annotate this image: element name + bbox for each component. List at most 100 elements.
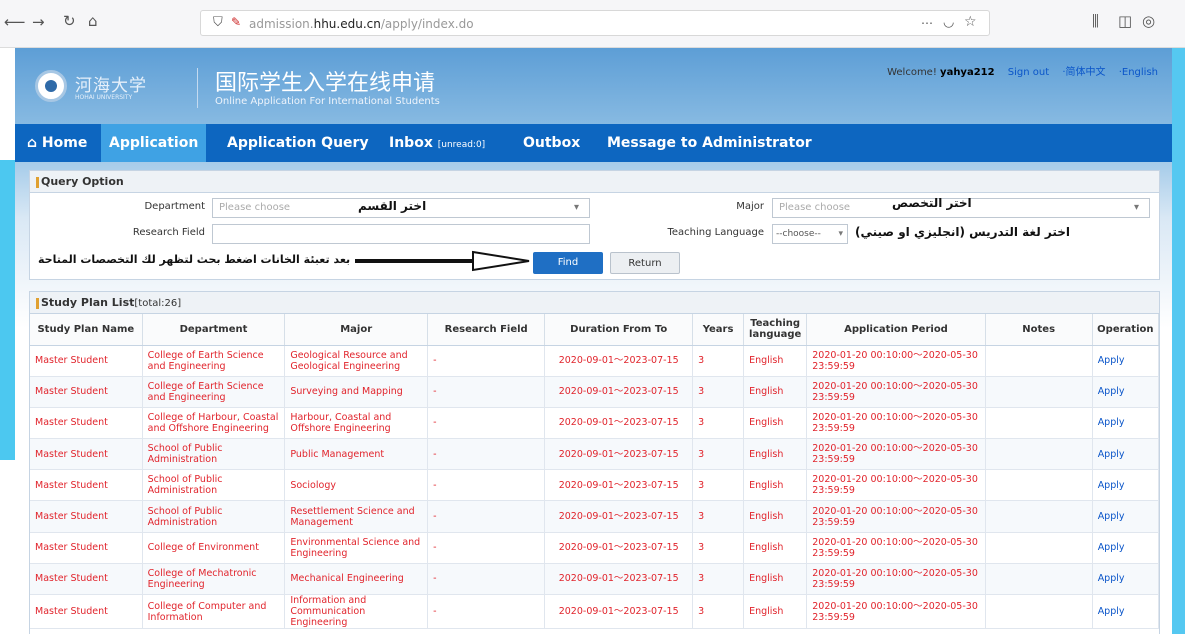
reload-icon[interactable]: ↻: [63, 14, 76, 29]
study-plan-header: Study Plan List[total:26]: [30, 292, 1159, 314]
sign-out-link[interactable]: Sign out: [1008, 67, 1049, 78]
star-icon[interactable]: ☆: [964, 15, 977, 29]
lang-en-link[interactable]: ·English: [1119, 67, 1158, 78]
cell-department: College of Environment: [142, 532, 286, 564]
cell-notes: [985, 345, 1093, 377]
nav-application-query[interactable]: Application Query: [219, 124, 377, 162]
back-icon[interactable]: ⟵: [4, 15, 26, 30]
apply-link[interactable]: Apply: [1092, 500, 1159, 533]
teaching-language-select[interactable]: --choose-- ▾: [772, 224, 848, 244]
cell-teaching-language: English: [743, 376, 808, 408]
cell-teaching-language: English: [743, 532, 808, 564]
cell-major: Resettlement Science and Management: [284, 500, 429, 533]
cell-application-period: 2020-01-20 00:10:00～2020-05-30 23:59:59: [806, 594, 986, 629]
username: yahya212: [940, 67, 995, 78]
cell-notes: [985, 407, 1093, 440]
col-operation: Operation: [1092, 314, 1159, 346]
apply-link[interactable]: Apply: [1092, 438, 1159, 471]
cell-research-field: -: [427, 407, 546, 440]
table-row: Master Student College of Harbour, Coasta…: [30, 407, 1159, 440]
library-icon[interactable]: ⫼: [1092, 14, 1099, 29]
cell-teaching-language: English: [743, 345, 808, 377]
cell-teaching-language: English: [743, 407, 808, 440]
query-option-panel: Query Option Department Please choose ▾ …: [29, 170, 1160, 280]
cell-major: Environmental Science and Engineering: [284, 532, 429, 564]
cell-teaching-language: English: [743, 563, 808, 596]
cell-department: School of Public Administration: [142, 469, 286, 502]
col-notes: Notes: [985, 314, 1093, 346]
apply-link[interactable]: Apply: [1092, 594, 1159, 629]
cell-teaching-language: English: [743, 438, 808, 471]
apply-link[interactable]: Apply: [1092, 563, 1159, 596]
cell-teaching-language: English: [743, 500, 808, 533]
col-major: Major: [284, 314, 429, 346]
inbox-unread-badge: [unread:0]: [437, 140, 486, 150]
header-divider: [197, 68, 198, 108]
table-row: Master Student College of Earth Science a…: [30, 376, 1159, 408]
lang-cn-link[interactable]: ·简体中文: [1062, 67, 1105, 78]
apply-link[interactable]: Apply: [1092, 532, 1159, 564]
address-bar[interactable]: ⛉ ✎ admission.hhu.edu.cn/apply/index.do …: [200, 10, 990, 36]
forward-icon[interactable]: →: [32, 15, 45, 30]
apply-link[interactable]: Apply: [1092, 469, 1159, 502]
cell-major: Information and Communication Engineerin…: [284, 594, 429, 629]
cell-research-field: -: [427, 532, 546, 564]
cell-department: College of Earth Science and Engineering: [142, 376, 286, 408]
sidebar-icon[interactable]: ◫: [1118, 14, 1132, 29]
nav-application[interactable]: Application: [101, 124, 207, 162]
university-logo-text: 河海大学: [75, 76, 147, 96]
cell-duration: 2020-09-01～2023-07-15: [544, 438, 694, 471]
welcome-bar: Welcome! yahya212 Sign out ·简体中文 ·Englis…: [887, 63, 1158, 78]
cell-duration: 2020-09-01～2023-07-15: [544, 500, 694, 533]
cell-study-plan-name: Master Student: [30, 407, 143, 440]
browser-toolbar: ⟵ → ↻ ⌂ ⛉ ✎ admission.hhu.edu.cn/apply/i…: [0, 0, 1185, 48]
table-row: Master Student School of Public Administr…: [30, 469, 1159, 502]
col-research-field: Research Field: [427, 314, 546, 346]
pocket-icon[interactable]: ◡: [943, 16, 954, 29]
more-icon[interactable]: ⋯: [921, 17, 933, 29]
col-department: Department: [142, 314, 286, 346]
cell-teaching-language: English: [743, 469, 808, 502]
cell-department: School of Public Administration: [142, 438, 286, 471]
cell-major: Geological Resource and Geological Engin…: [284, 345, 429, 377]
apply-link[interactable]: Apply: [1092, 376, 1159, 408]
welcome-text: Welcome!: [887, 67, 937, 78]
chevron-down-icon: ▾: [838, 229, 843, 239]
home-icon[interactable]: ⌂: [88, 14, 98, 29]
cell-major: Surveying and Mapping: [284, 376, 429, 408]
cell-study-plan-name: Master Student: [30, 563, 143, 596]
apply-link[interactable]: Apply: [1092, 407, 1159, 440]
cell-notes: [985, 376, 1093, 408]
home-nav-icon: ⌂: [27, 135, 38, 151]
cell-department: School of Public Administration: [142, 500, 286, 533]
return-button[interactable]: Return: [610, 252, 680, 274]
apply-link[interactable]: Apply: [1092, 345, 1159, 377]
nav-home[interactable]: ⌂ Home: [19, 124, 95, 162]
cell-years: 3: [692, 345, 745, 377]
portal-title-en: Online Application For International Stu…: [215, 96, 440, 107]
cell-department: College of Earth Science and Engineering: [142, 345, 286, 377]
cell-duration: 2020-09-01～2023-07-15: [544, 407, 694, 440]
col-years: Years: [692, 314, 745, 346]
cell-study-plan-name: Master Student: [30, 500, 143, 533]
cell-major: Mechanical Engineering: [284, 563, 429, 596]
col-duration: Duration From To: [544, 314, 694, 346]
table-header-row: Study Plan Name Department Major Researc…: [30, 314, 1159, 346]
find-button[interactable]: Find: [533, 252, 603, 274]
major-label: Major: [736, 201, 764, 212]
page-content: 河海大学 HOHAI UNIVERSITY 国际学生入学在线申请 Online …: [15, 48, 1172, 634]
nav-outbox[interactable]: Outbox: [515, 124, 588, 162]
cell-years: 3: [692, 438, 745, 471]
nav-message-admin[interactable]: Message to Administrator: [599, 124, 820, 162]
cell-years: 3: [692, 469, 745, 502]
cell-study-plan-name: Master Student: [30, 594, 143, 629]
study-plan-table: Study Plan Name Department Major Researc…: [30, 314, 1159, 629]
cell-application-period: 2020-01-20 00:10:00～2020-05-30 23:59:59: [806, 469, 986, 502]
extension-icon[interactable]: ◎: [1142, 14, 1155, 29]
table-row: Master Student College of Computer and In…: [30, 594, 1159, 629]
table-row: Master Student School of Public Administr…: [30, 500, 1159, 533]
col-application-period: Application Period: [806, 314, 986, 346]
nav-inbox[interactable]: Inbox [unread:0]: [381, 124, 493, 162]
research-field-input[interactable]: [212, 224, 590, 244]
col-study-plan-name: Study Plan Name: [30, 314, 143, 346]
